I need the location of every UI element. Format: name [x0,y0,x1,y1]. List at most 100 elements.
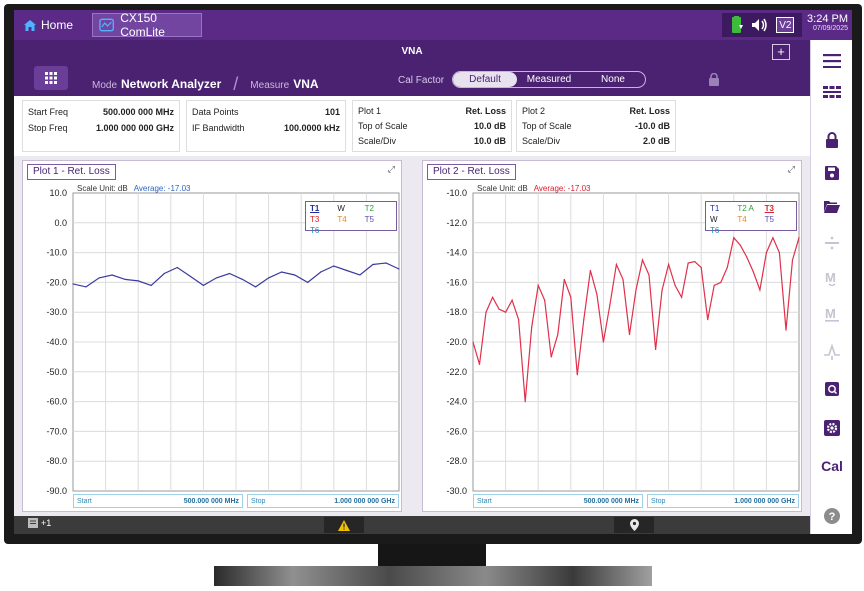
legend-trace-t1[interactable]: T1 [710,204,737,213]
start-label: Start [477,497,492,505]
stop-field[interactable]: Stop 1.000 000 000 GHz [647,494,799,508]
trace-point-t1 [372,263,374,266]
plot2-settings-box[interactable]: Plot 2 Ret. Loss Top of Scale -10.0 dB Sca… [516,100,676,152]
trace-point-t3 [752,271,754,273]
bottom-status-bar: +1 [14,516,810,534]
home-button[interactable]: Home [24,15,73,35]
start-field[interactable]: Start 500.000 000 MHz [73,494,243,508]
legend-trace-w[interactable]: W [710,215,737,224]
legend-trace-t3[interactable]: T3 [310,215,337,224]
y-tick-label: -12.0 [446,218,467,228]
cal-option-default[interactable]: Default [453,72,517,87]
plot-2-panel[interactable]: -10.0 -12.0 -14.0 -16.0 -18.0 -20.0 -22.0 -24.0… [422,160,802,512]
sweep-box[interactable]: Data Points 101 IF Bandwidth 100.0000 kHz [186,100,346,152]
svg-text:?: ? [829,511,836,523]
folder-open-icon[interactable] [811,200,852,213]
start-label: Start [77,497,92,505]
y-tick-label: -20.0 [446,337,467,347]
trace-point-t3 [746,256,748,258]
plot-2-start-stop: Start 500.000 000 MHz Stop 1.000 000 000 G… [473,494,799,508]
frequency-box[interactable]: Start Freq 500.000 000 MHz Stop Freq 1.000… [22,100,180,152]
help-icon[interactable]: ? [811,508,852,524]
legend-trace-t6[interactable]: T6 [710,226,737,235]
plot-1-trace-legend[interactable]: T1 W T2 T3 T4 T5 T6 [305,201,397,235]
trace-point-t1 [228,272,231,275]
trace-point-t3 [772,237,774,239]
legend-trace-t3[interactable]: T3 [765,204,792,213]
peak-search-icon [811,344,852,360]
trace-point-t3 [589,269,591,272]
speaker-icon[interactable] [751,18,769,32]
legend-trace-t2-a[interactable]: T2 A [737,204,764,213]
stop-label: Stop [651,497,666,505]
separator: / [233,74,239,94]
plot1-top-row: Top of Scale 10.0 dB [358,119,506,134]
screenshot-icon[interactable] [811,382,852,396]
mode-selector[interactable]: Mode Network Analyzer / Measure VNA [92,72,319,94]
trace-point-t3 [524,401,526,403]
measure-value: VNA [293,77,319,91]
app-tab[interactable]: CX150 ComLite [92,11,202,39]
trace-point-t3 [778,252,781,254]
trace-point-t1 [294,274,296,276]
warning-button[interactable] [324,517,364,533]
trace-point-t3 [798,237,800,239]
save-icon[interactable] [811,166,852,180]
plot-1-title[interactable]: Plot 1 - Ret. Loss [27,164,116,180]
trace-point-t3 [609,304,611,306]
menu-icon[interactable] [811,54,852,68]
trace-point-t3 [491,296,494,298]
trace-point-t3 [674,284,676,286]
trace-point-t3 [713,284,715,286]
y-tick-label: -40.0 [46,337,67,347]
plot1-settings-box[interactable]: Plot 1 Ret. Loss Top of Scale 10.0 dB Scal… [352,100,512,152]
legend-trace-t6[interactable]: T6 [310,226,337,235]
notifications-button[interactable]: +1 [28,518,51,528]
trace-point-t1 [215,277,218,279]
start-field[interactable]: Start 500.000 000 MHz [473,494,643,508]
svg-text:M: M [825,270,836,285]
trace-point-t3 [602,341,604,343]
add-button[interactable]: + [772,44,790,60]
plot-2-title[interactable]: Plot 2 - Ret. Loss [427,164,516,180]
y-tick-label: -50.0 [46,367,67,377]
expand-icon[interactable]: ⤢ [788,164,795,175]
clock-time: 3:24 PM [807,13,848,25]
stop-value: 1.000 000 000 GHz [734,497,795,505]
layout-icon[interactable] [811,86,852,98]
cal-button[interactable]: Cal [811,458,852,474]
legend-trace-t1[interactable]: T1 [310,204,337,213]
legend-trace-t4[interactable]: T4 [337,215,364,224]
trace-point-t1 [307,281,309,283]
v2-badge[interactable]: V2 [776,17,795,33]
plot-2-trace-legend[interactable]: T1 T2 A T3 W T4 T5 T6 [705,201,797,235]
trace-point-t3 [557,333,559,336]
stop-freq-label: Stop Freq [28,123,68,133]
legend-trace-t5[interactable]: T5 [765,215,792,224]
location-button[interactable] [614,517,654,533]
trace-point-t3 [615,263,618,266]
trace-point-t3 [563,278,565,281]
legend-trace-t2[interactable]: T2 [365,204,392,213]
lock-icon[interactable] [811,132,852,148]
header-title: VNA [401,46,423,57]
trace-point-t3 [648,274,650,276]
cal-option-none[interactable]: None [581,72,645,87]
trace-point-t1 [202,284,204,286]
settings-gear-icon[interactable] [811,420,852,436]
legend-trace-t5[interactable]: T5 [365,215,392,224]
trace-point-t3 [765,252,767,254]
plot1-top-value: 10.0 dB [473,121,506,131]
trace-point-t3 [583,319,585,321]
expand-icon[interactable]: ⤢ [388,164,395,175]
app-grid-button[interactable] [34,66,68,90]
data-points-value: 101 [324,107,340,117]
top-bar: Home CX150 ComLite V2 3:24 PM 07/09/2025 [14,10,852,40]
scale-unit-text: Scale Unit: dB [77,184,128,193]
legend-trace-t4[interactable]: T4 [737,215,764,224]
cal-option-measured[interactable]: Measured [517,72,581,87]
legend-trace-w[interactable]: W [337,204,364,213]
plot-1-panel[interactable]: 10.0 0.0 -10.0 -20.0 -30.0 -40.0 -50.0 -60.0 -70… [22,160,402,512]
clock: 3:24 PM 07/09/2025 [807,13,848,32]
stop-field[interactable]: Stop 1.000 000 000 GHz [247,494,399,508]
